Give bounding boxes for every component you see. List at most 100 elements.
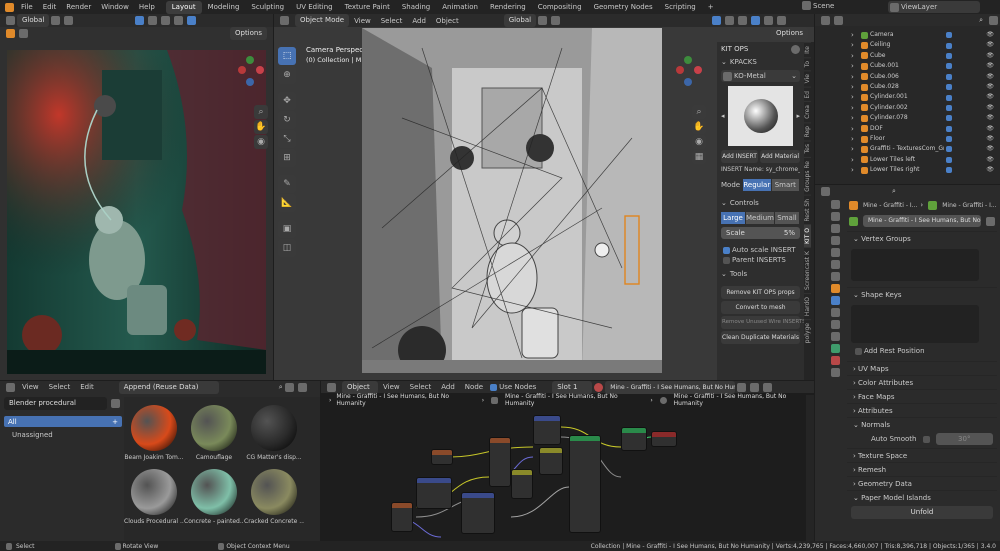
modifier-icon[interactable]	[946, 115, 952, 122]
object-name[interactable]: Mine - Graffiti - I...	[863, 202, 917, 209]
add-material-button[interactable]: Add Material	[760, 150, 800, 163]
xray-icon[interactable]	[148, 16, 158, 25]
tab-create[interactable]: Crea	[804, 101, 811, 123]
shape-keys-panel[interactable]: ⌄ Shape Keys	[847, 287, 997, 301]
modifier-icon[interactable]	[946, 52, 952, 59]
tab-compositing[interactable]: Compositing	[532, 1, 588, 14]
menu-window[interactable]: Window	[101, 3, 129, 11]
modifier-icon[interactable]	[946, 63, 952, 70]
expand-arrow-icon[interactable]: ›	[851, 92, 859, 102]
modifier-icon[interactable]	[946, 146, 952, 153]
expand-arrow-icon[interactable]: ›	[851, 30, 859, 40]
asset-thumbnail[interactable]: Beam Joakim Tom...	[124, 405, 184, 461]
visibility-eye-icon[interactable]: 👁	[986, 124, 994, 134]
outliner-item[interactable]: › Cube.001 👁	[851, 61, 1000, 71]
filter-icon[interactable]	[989, 15, 998, 25]
snap-icon[interactable]	[51, 16, 61, 25]
visibility-eye-icon[interactable]: 👁	[986, 72, 994, 82]
import-method-dropdown[interactable]: Append (Reuse Data)	[118, 380, 219, 394]
pin-icon[interactable]	[763, 382, 773, 392]
overlay-icon[interactable]	[135, 16, 145, 25]
asset-thumbnail[interactable]: Camouflage	[184, 405, 244, 461]
select-box-tool-icon[interactable]: ⬚	[278, 47, 296, 65]
menu-add[interactable]: Add	[441, 383, 455, 391]
material-icon[interactable]	[594, 382, 604, 392]
help-icon[interactable]	[791, 44, 800, 54]
expand-arrow-icon[interactable]: ›	[851, 61, 859, 71]
view-layer-selector[interactable]: ViewLayer	[888, 1, 980, 13]
shading-rendered-icon[interactable]	[777, 16, 787, 25]
texture-space-panel[interactable]: › Texture Space	[847, 448, 997, 462]
annotate-tool-icon[interactable]: ✎	[278, 175, 296, 193]
add-rest-position-checkbox[interactable]: Add Rest Position	[853, 347, 991, 355]
material-output-node[interactable]	[651, 431, 677, 447]
expand-arrow-icon[interactable]: ›	[851, 82, 859, 92]
editor-type-icon[interactable]	[6, 382, 15, 392]
tool-icon[interactable]	[19, 28, 28, 38]
asset-library-dropdown[interactable]: Blender procedural	[4, 397, 107, 410]
visibility-eye-icon[interactable]: 👁	[986, 165, 994, 175]
outliner-item[interactable]: › Lower Tiles right 👁	[851, 165, 1000, 175]
measure-tool-icon[interactable]: 📐	[278, 194, 296, 212]
rotate-tool-icon[interactable]: ↻	[278, 111, 296, 129]
shader-node[interactable]	[533, 415, 561, 445]
shading-solid-icon[interactable]	[161, 16, 171, 25]
tool-properties-icon[interactable]	[831, 200, 840, 209]
mesh-datablock-field[interactable]: Mine - Graffiti - I See Humans, But No H…	[863, 215, 981, 227]
modifier-icon[interactable]	[946, 32, 952, 39]
kpack-dropdown[interactable]: KO-Metal ⌄	[721, 70, 800, 82]
remesh-panel[interactable]: › Remesh	[847, 462, 997, 476]
data-properties-icon[interactable]	[831, 344, 840, 353]
scale-tool-icon[interactable]: ⤡	[278, 130, 296, 148]
shading-material-icon[interactable]	[174, 16, 184, 25]
menu-select[interactable]: Select	[410, 383, 432, 391]
extra-tool-icon[interactable]: ◫	[278, 239, 296, 257]
output-properties-icon[interactable]	[831, 224, 840, 233]
shader-node[interactable]	[461, 492, 495, 534]
render-properties-icon[interactable]	[831, 212, 840, 221]
parent-inserts-checkbox[interactable]: Parent INSERTS	[721, 256, 800, 264]
menu-view[interactable]: View	[22, 383, 39, 391]
tab-edit[interactable]: Ed	[804, 86, 811, 102]
physics-properties-icon[interactable]	[831, 320, 840, 329]
shader-node[interactable]	[621, 427, 647, 451]
editor-type-icon[interactable]	[280, 16, 289, 25]
zoom-icon[interactable]: ⌕	[692, 105, 706, 119]
scale-field[interactable]: Scale 5%	[721, 227, 800, 239]
shader-node[interactable]	[489, 437, 511, 487]
visibility-eye-icon[interactable]: 👁	[986, 40, 994, 50]
tab-replace[interactable]: Rep	[804, 122, 811, 141]
expand-arrow-icon[interactable]: ›	[851, 134, 859, 144]
outliner-item[interactable]: › Cylinder.078 👁	[851, 113, 1000, 123]
refresh-icon[interactable]	[111, 399, 120, 408]
tab-screencast[interactable]: Screencast K	[804, 247, 811, 294]
material-properties-icon[interactable]	[831, 356, 840, 365]
shading-solid-icon[interactable]	[751, 16, 761, 25]
copy-icon[interactable]	[750, 382, 760, 392]
tab-tests[interactable]: Tes	[804, 140, 811, 157]
convert-mesh-button[interactable]: Convert to mesh	[721, 301, 800, 314]
uv-maps-panel[interactable]: › UV Maps	[847, 361, 997, 375]
mode-regular-button[interactable]: Regular	[743, 179, 771, 191]
tools-section[interactable]: ⌄ Tools	[717, 268, 804, 280]
tab-geometry-nodes[interactable]: Geometry Nodes	[588, 1, 659, 14]
menu-help[interactable]: Help	[139, 3, 155, 11]
options-button[interactable]: Options	[229, 26, 267, 40]
expand-arrow-icon[interactable]: ›	[851, 144, 859, 154]
tab-hardops[interactable]: HardO	[804, 293, 811, 320]
add-cube-tool-icon[interactable]: ▣	[278, 220, 296, 238]
collection-properties-icon[interactable]	[831, 272, 840, 281]
tab-texture-paint[interactable]: Texture Paint	[339, 1, 396, 14]
geometry-data-panel[interactable]: › Geometry Data	[847, 476, 997, 490]
attributes-panel[interactable]: › Attributes	[847, 403, 997, 417]
face-maps-panel[interactable]: › Face Maps	[847, 389, 997, 403]
visibility-eye-icon[interactable]: 👁	[986, 82, 994, 92]
outliner-item[interactable]: › Cube 👁	[851, 51, 1000, 61]
menu-select[interactable]: Select	[381, 17, 403, 25]
menu-edit[interactable]: Edit	[43, 3, 57, 11]
principled-bsdf-node[interactable]	[569, 435, 601, 533]
fake-user-icon[interactable]	[986, 216, 995, 226]
add-workspace-button[interactable]: +	[702, 1, 720, 14]
vertex-groups-list[interactable]	[851, 249, 979, 281]
scene-properties-icon[interactable]	[831, 248, 840, 257]
